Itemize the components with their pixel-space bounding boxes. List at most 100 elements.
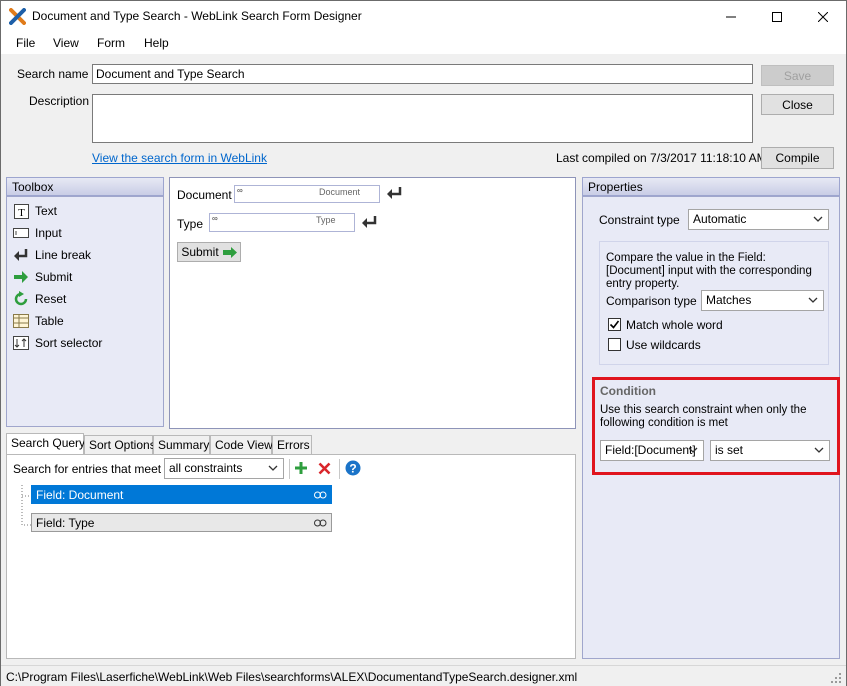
tree-item-field-document[interactable]: Field: Document: [31, 485, 332, 504]
app-window: Document and Type Search - WebLink Searc…: [0, 0, 847, 686]
tool-reset[interactable]: Reset: [13, 290, 66, 308]
meet-dropdown-value: all constraints: [169, 461, 243, 475]
checkmark-icon: [609, 320, 620, 329]
designer-type-input[interactable]: ∞ Type: [209, 213, 355, 232]
designer-type-label[interactable]: Type: [177, 217, 203, 231]
tool-line-break-label: Line break: [35, 248, 92, 262]
tool-reset-label: Reset: [35, 292, 67, 306]
condition-field-value: Field:[Document]: [605, 443, 696, 457]
svg-text:T: T: [18, 207, 25, 219]
close-window-button[interactable]: [800, 1, 846, 32]
tool-sort-selector[interactable]: Sort selector: [13, 334, 102, 352]
tool-submit[interactable]: Submit: [13, 268, 72, 286]
tab-code-view[interactable]: Code View: [210, 435, 273, 454]
file-path-text: C:\Program Files\Laserfiche\WebLink\Web …: [6, 670, 578, 684]
close-icon: [818, 11, 828, 22]
tool-input[interactable]: Input: [13, 224, 62, 242]
toolbox-header: Toolbox: [6, 177, 164, 196]
close-button[interactable]: Close: [761, 94, 834, 115]
view-in-weblink-link[interactable]: View the search form in WebLink: [92, 151, 267, 165]
window-title: Document and Type Search - WebLink Searc…: [32, 9, 362, 23]
minimize-button[interactable]: [708, 1, 754, 32]
match-whole-word-label[interactable]: Match whole word: [626, 318, 723, 332]
tab-summary[interactable]: Summary: [153, 435, 210, 454]
menu-file[interactable]: File: [16, 36, 35, 50]
condition-description: Use this search constraint when only the…: [600, 404, 807, 429]
tool-line-break[interactable]: Line break: [13, 246, 91, 264]
constraint-type-value: Automatic: [693, 212, 747, 226]
table-icon: [13, 313, 29, 329]
delete-constraint-icon[interactable]: [318, 462, 331, 475]
constraint-type-dropdown[interactable]: Automatic: [688, 209, 829, 230]
designer-document-placeholder: Document: [319, 187, 361, 197]
form-designer-canvas[interactable]: Document ∞ Document Type ∞ Type Submit: [169, 177, 576, 429]
chevron-down-icon: [813, 216, 823, 222]
chevron-down-icon: [808, 297, 818, 303]
tool-text[interactable]: T Text: [13, 202, 57, 220]
text-icon: T: [13, 203, 29, 219]
last-compiled-text: Last compiled on 7/3/2017 11:18:10 AM: [556, 151, 767, 165]
tool-text-label: Text: [35, 204, 58, 218]
tab-search-query[interactable]: Search Query: [6, 433, 85, 454]
minimize-icon: [726, 16, 736, 17]
designer-document-input[interactable]: ∞ Document: [234, 185, 380, 203]
search-query-panel: Search for entries that meet all constra…: [6, 454, 576, 659]
title-bar: Document and Type Search - WebLink Searc…: [1, 1, 846, 32]
designer-submit-label: Submit: [181, 245, 219, 259]
resize-grip-icon[interactable]: [830, 672, 842, 684]
reset-icon: [13, 291, 29, 307]
tool-sort-selector-label: Sort selector: [35, 336, 103, 350]
tab-errors[interactable]: Errors: [272, 435, 312, 454]
app-logo-icon: [9, 8, 26, 25]
status-bar: C:\Program Files\Laserfiche\WebLink\Web …: [1, 665, 846, 686]
menu-bar: File View Form Help: [1, 32, 846, 54]
compile-button[interactable]: Compile: [761, 147, 834, 169]
condition-operator-value: is set: [715, 443, 744, 457]
tool-table[interactable]: Table: [13, 312, 64, 330]
use-wildcards-label[interactable]: Use wildcards: [626, 338, 701, 352]
tool-table-label: Table: [35, 314, 64, 328]
comparison-type-value: Matches: [706, 293, 752, 307]
description-input[interactable]: [92, 94, 753, 143]
designer-type-placeholder: Type: [316, 215, 336, 225]
toolbox-panel: T Text Input Line break Submit Reset Tab…: [6, 196, 164, 427]
condition-title: Condition: [600, 384, 656, 398]
search-name-label: Search name: [17, 67, 89, 81]
add-constraint-icon[interactable]: [294, 461, 308, 475]
help-icon[interactable]: ?: [345, 460, 361, 476]
maximize-icon: [772, 11, 782, 22]
link-icon: ∞: [237, 186, 243, 195]
menu-form[interactable]: Form: [97, 36, 125, 50]
save-button[interactable]: Save: [761, 65, 834, 86]
comparison-type-dropdown[interactable]: Matches: [701, 290, 824, 311]
tab-sort-options[interactable]: Sort Options: [84, 435, 156, 454]
menu-view[interactable]: View: [53, 36, 79, 50]
tree-item-label: Field: Type: [36, 516, 95, 530]
link-icon: [314, 519, 327, 527]
search-name-input[interactable]: Document and Type Search: [92, 64, 753, 84]
designer-document-label[interactable]: Document: [177, 188, 232, 202]
tree-item-field-type[interactable]: Field: Type: [31, 513, 332, 532]
chevron-down-icon: [688, 447, 698, 453]
condition-operator-dropdown[interactable]: is set: [710, 440, 830, 461]
condition-highlight: Condition Use this search constraint whe…: [592, 377, 840, 475]
comparison-type-label: Comparison type: [606, 294, 697, 308]
description-label: Description: [29, 94, 90, 108]
use-wildcards-checkbox[interactable]: [608, 338, 621, 351]
match-whole-word-checkbox[interactable]: [608, 318, 621, 331]
condition-field-dropdown[interactable]: Field:[Document]: [600, 440, 704, 461]
line-break-icon: [13, 247, 29, 263]
maximize-button[interactable]: [754, 1, 800, 32]
chevron-down-icon: [268, 465, 278, 471]
menu-help[interactable]: Help: [144, 36, 169, 50]
svg-text:?: ?: [349, 462, 356, 476]
link-icon: [314, 491, 327, 499]
line-break-icon: [387, 187, 402, 199]
sort-selector-icon: [13, 335, 29, 351]
comparison-group: Compare the value in the Field:[Document…: [599, 241, 829, 365]
designer-submit-button[interactable]: Submit: [177, 242, 241, 262]
tool-submit-label: Submit: [35, 270, 73, 284]
compare-description: Compare the value in the Field:[Document…: [606, 252, 812, 290]
tool-input-label: Input: [35, 226, 62, 240]
meet-dropdown[interactable]: all constraints: [164, 458, 284, 479]
